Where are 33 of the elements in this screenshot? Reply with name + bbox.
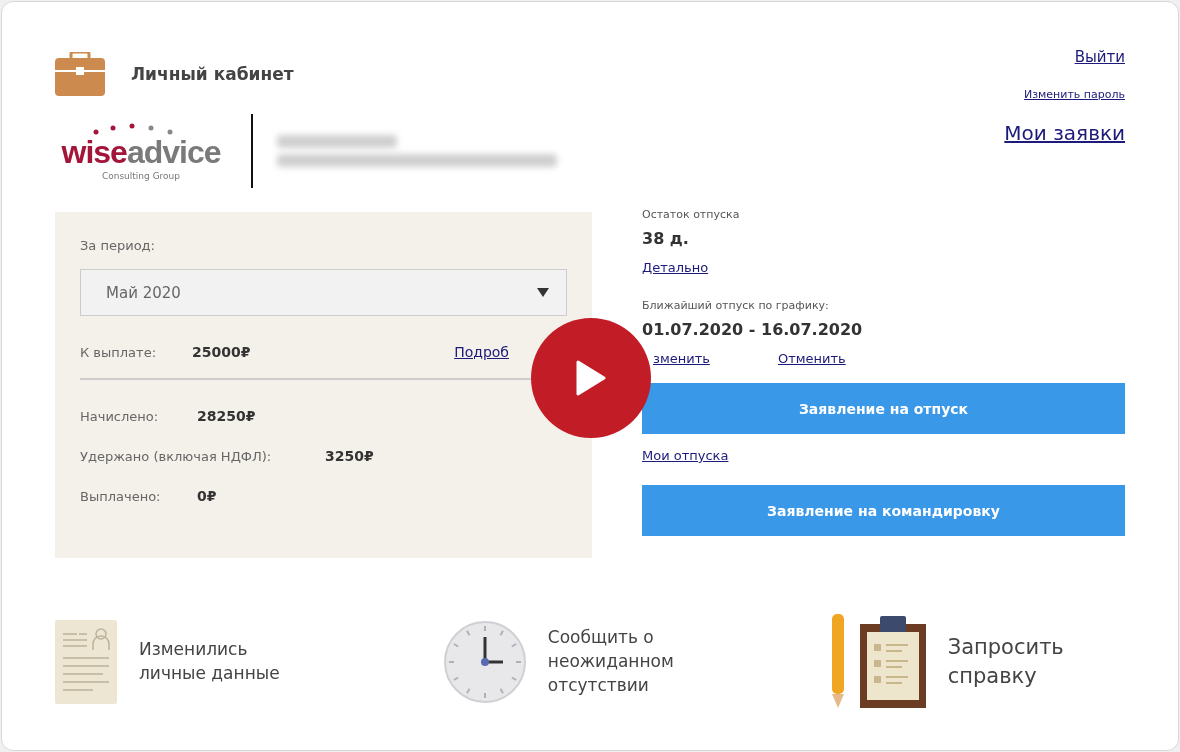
action-link[interactable]: Запросить справку [947, 632, 1118, 692]
company-logo: wiseadvice Consulting Group [55, 121, 227, 181]
salary-value: 28250₽ [197, 408, 256, 424]
header-link[interactable]: Выйти [1074, 48, 1125, 66]
payout-value: 25000₽ [192, 344, 251, 360]
balance-value: 38 д. [642, 229, 690, 248]
payout-label: К выплате: [80, 344, 157, 360]
my-vacations-link[interactable]: Мои отпуска [642, 448, 729, 463]
action-link[interactable]: Сообщить о неожиданном отсутствии [547, 626, 718, 698]
header-link[interactable]: Изменить пароль [1023, 88, 1125, 101]
change-link[interactable]: зменить [653, 351, 710, 366]
next-vacation-dates: 01.07.2020 - 16.07.2020 [642, 320, 864, 339]
document-icon [55, 620, 117, 704]
clock-icon [443, 621, 526, 703]
cancel-link[interactable]: Отменить [777, 351, 846, 366]
salary-label: Удержано (включая НДФЛ): [80, 448, 273, 464]
salary-label: Начислено: [80, 408, 160, 424]
period-select[interactable]: Май 2020 [80, 269, 567, 316]
pencil-and-clipboard-icon [829, 614, 926, 710]
next-vacation-label: Ближайший отпуск по графику: [642, 299, 830, 312]
details-link[interactable]: Детально [642, 260, 709, 275]
play-icon [576, 360, 606, 396]
briefcase-icon [55, 52, 105, 96]
details-link[interactable]: Подроб [454, 344, 509, 360]
caret-icon [537, 288, 549, 297]
salary-value: 0₽ [197, 488, 217, 504]
salary-label: Выплачено: [80, 488, 162, 504]
page-title: Личный кабинет [131, 64, 294, 84]
period-label: За период: [80, 238, 156, 253]
header-link[interactable]: Мои заявки [1004, 121, 1125, 145]
action-link[interactable]: Изменились личные данные [139, 638, 309, 686]
salary-value: 3250₽ [325, 448, 374, 464]
balance-label: Остаток отпуска [642, 208, 741, 221]
